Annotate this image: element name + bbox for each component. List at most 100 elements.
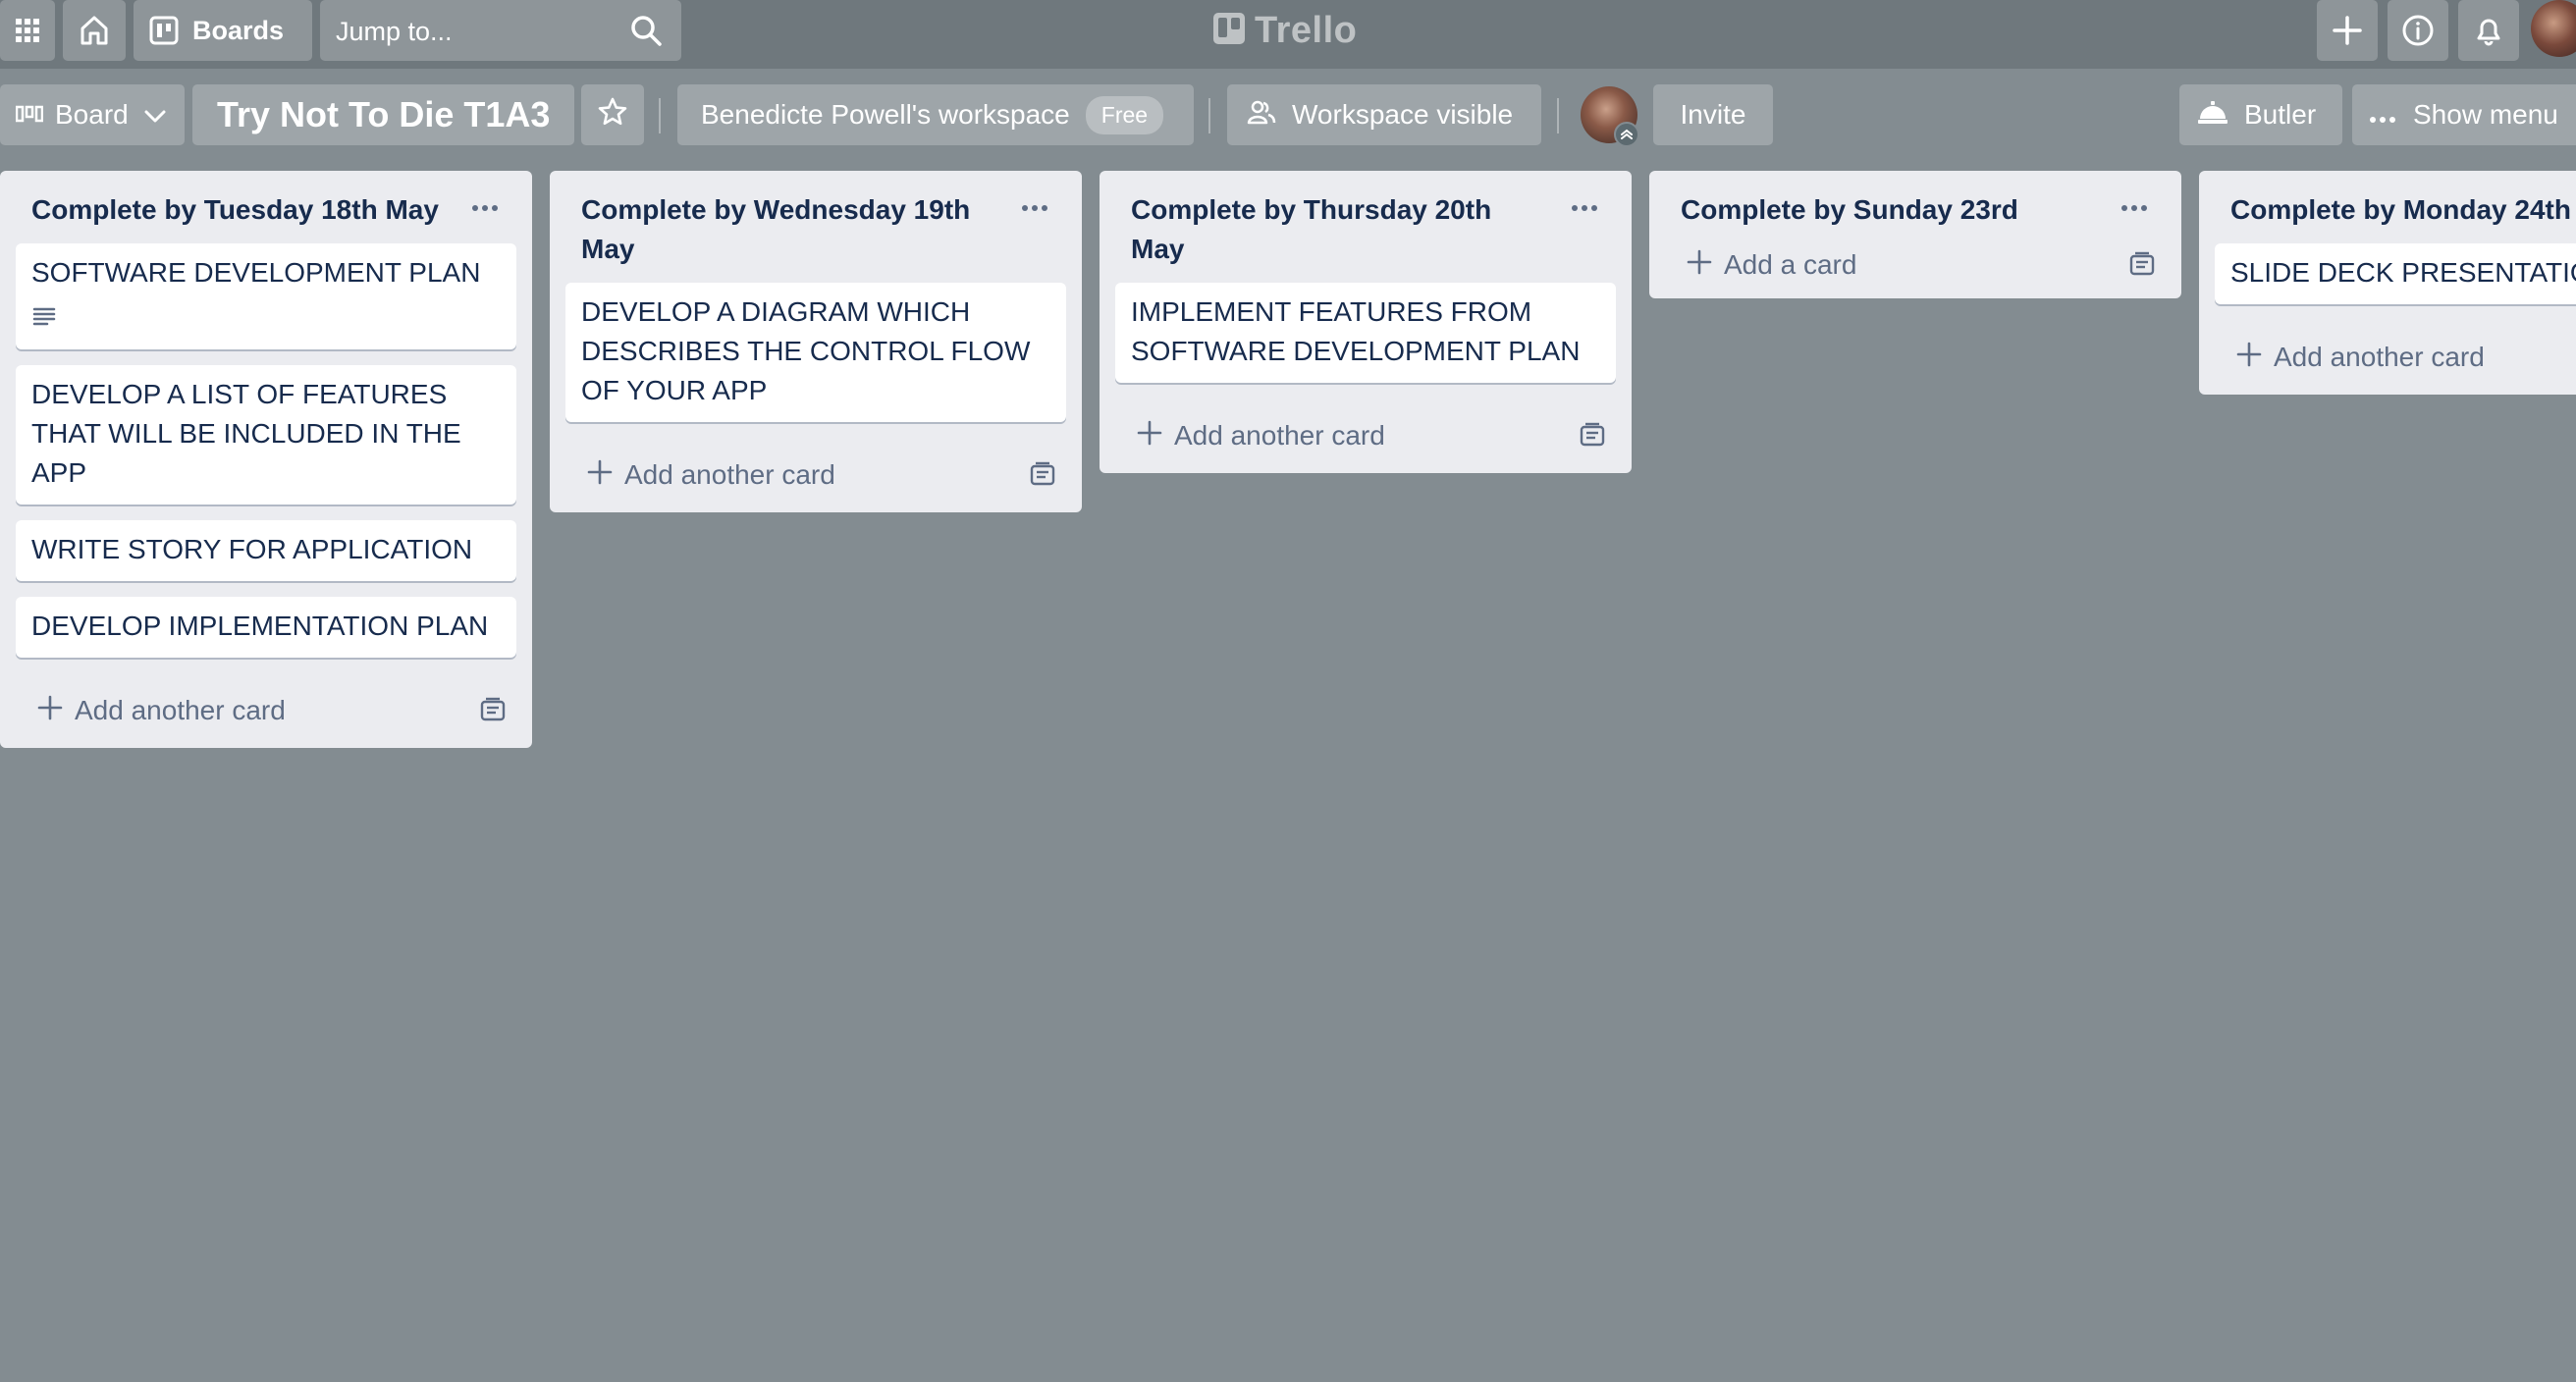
invite-label: Invite [1680,99,1746,130]
ellipsis-icon [1022,205,1047,211]
list: Complete by Tuesday 18th May SOFTWARE DE… [0,171,532,748]
list: Complete by Wednesday 19th May DEVELOP A… [550,171,1082,512]
workspace-button[interactable]: Benedicte Powell's workspace Free [677,84,1194,145]
search-bar[interactable] [320,0,681,63]
card-title: SLIDE DECK PRESENTATIO [2230,257,2576,288]
show-menu-label: Show menu [2413,99,2558,130]
list-header[interactable]: Complete by Monday 24th [2215,171,2576,243]
list-header[interactable]: Complete by Sunday 23rd [1665,171,2166,232]
user-avatar[interactable] [2531,0,2576,57]
add-card-button[interactable]: Add another card [565,438,1066,512]
plus-icon [2332,15,2363,46]
plus-icon [2236,342,2262,374]
home-button[interactable] [63,0,126,61]
info-button[interactable] [2388,0,2448,61]
apps-grid-icon [14,17,41,44]
board-view-switcher[interactable]: Board [0,84,185,145]
boards-label: Boards [192,15,285,45]
card-title: IMPLEMENT FEATURES FROM SOFTWARE DEVELOP… [1131,296,1581,366]
add-card-button[interactable]: Add a card [1665,232,2166,298]
visibility-button[interactable]: Workspace visible [1227,84,1541,145]
header-divider [1208,98,1210,133]
card-title: SOFTWARE DEVELOPMENT PLAN [31,257,481,288]
add-card-label: Add a card [1724,249,1857,280]
list-header[interactable]: Complete by Thursday 20th May [1115,171,1616,283]
card[interactable]: DEVELOP A DIAGRAM WHICH DESCRIBES THE CO… [565,283,1066,422]
list: Complete by Thursday 20th May IMPLEMENT … [1100,171,1632,473]
star-button[interactable] [581,84,644,145]
template-icon[interactable] [479,697,507,729]
list-title: Complete by Tuesday 18th May [31,194,439,225]
add-card-button[interactable]: Add another card [1115,399,1616,473]
butler-icon [2197,99,2228,132]
board-title[interactable]: Try Not To Die T1A3 [192,84,575,145]
board-view-icon [15,99,44,131]
card-title: DEVELOP A LIST OF FEATURES THAT WILL BE … [31,379,461,488]
header-divider [659,98,661,133]
list-menu-button[interactable] [2113,192,2156,224]
add-card-label: Add another card [1174,420,1385,451]
butler-button[interactable]: Butler [2179,84,2342,145]
trello-logo[interactable]: Trello [1213,6,1357,55]
card[interactable]: DEVELOP IMPLEMENTATION PLAN [16,597,516,658]
invite-button[interactable]: Invite [1653,84,1773,145]
add-card-label: Add another card [624,459,835,490]
top-header: Boards Trello [0,0,2576,69]
list-header[interactable]: Complete by Tuesday 18th May [16,171,516,243]
star-icon [597,96,628,134]
visibility-icon [1247,98,1276,133]
card-title: WRITE STORY FOR APPLICATION [31,534,473,564]
apps-button[interactable] [0,0,55,61]
header-divider [1557,98,1559,133]
card[interactable]: IMPLEMENT FEATURES FROM SOFTWARE DEVELOP… [1115,283,1616,383]
bell-icon [2474,15,2503,46]
list: Complete by Sunday 23rd Add a card [1649,171,2181,298]
list-title: Complete by Wednesday 19th May [581,194,971,264]
list-title: Complete by Sunday 23rd [1681,194,2018,225]
butler-label: Butler [2244,99,2317,130]
show-menu-button[interactable]: Show menu [2352,84,2576,145]
card-title: DEVELOP IMPLEMENTATION PLAN [31,611,489,641]
list-title: Complete by Monday 24th [2230,194,2571,225]
plus-icon [1137,420,1162,452]
card[interactable]: SOFTWARE DEVELOPMENT PLAN [16,243,516,349]
trello-logo-text: Trello [1255,9,1358,51]
card[interactable]: WRITE STORY FOR APPLICATION [16,520,516,581]
boards-button[interactable]: Boards [134,0,312,61]
list-title: Complete by Thursday 20th May [1131,194,1492,264]
info-icon [2401,14,2435,47]
template-icon[interactable] [2128,251,2156,284]
add-card-button[interactable]: Add another card [2215,320,2576,395]
add-card-label: Add another card [2274,342,2485,372]
chevron-down-icon [144,99,166,131]
boards-icon [149,16,179,45]
admin-chevron-icon [1614,122,1639,147]
ellipsis-icon [2370,99,2395,131]
plus-icon [1687,249,1712,282]
search-input[interactable] [334,0,622,63]
card[interactable]: SLIDE DECK PRESENTATIO [2215,243,2576,304]
plus-icon [37,695,63,727]
workspace-name: Benedicte Powell's workspace [701,99,1070,130]
list-menu-button[interactable] [1013,192,1056,224]
add-card-label: Add another card [75,695,286,725]
visibility-label: Workspace visible [1292,99,1514,130]
search-icon[interactable] [628,13,664,53]
add-card-button[interactable]: Add another card [16,673,516,748]
ellipsis-icon [2121,205,2147,211]
board-title-text: Try Not To Die T1A3 [217,94,551,134]
card[interactable]: DEVELOP A LIST OF FEATURES THAT WILL BE … [16,365,516,505]
ellipsis-icon [472,205,498,211]
workspace-plan-badge: Free [1085,95,1164,134]
list-menu-button[interactable] [463,192,507,224]
template-icon[interactable] [1029,461,1056,494]
list-header[interactable]: Complete by Wednesday 19th May [565,171,1066,283]
card-title: DEVELOP A DIAGRAM WHICH DESCRIBES THE CO… [581,296,1031,405]
create-button[interactable] [2317,0,2378,61]
notifications-button[interactable] [2458,0,2519,61]
trello-logo-icon [1213,12,1245,49]
template-icon[interactable] [1579,422,1606,454]
home-icon [78,14,111,47]
ellipsis-icon [1572,205,1597,211]
list-menu-button[interactable] [1563,192,1606,224]
